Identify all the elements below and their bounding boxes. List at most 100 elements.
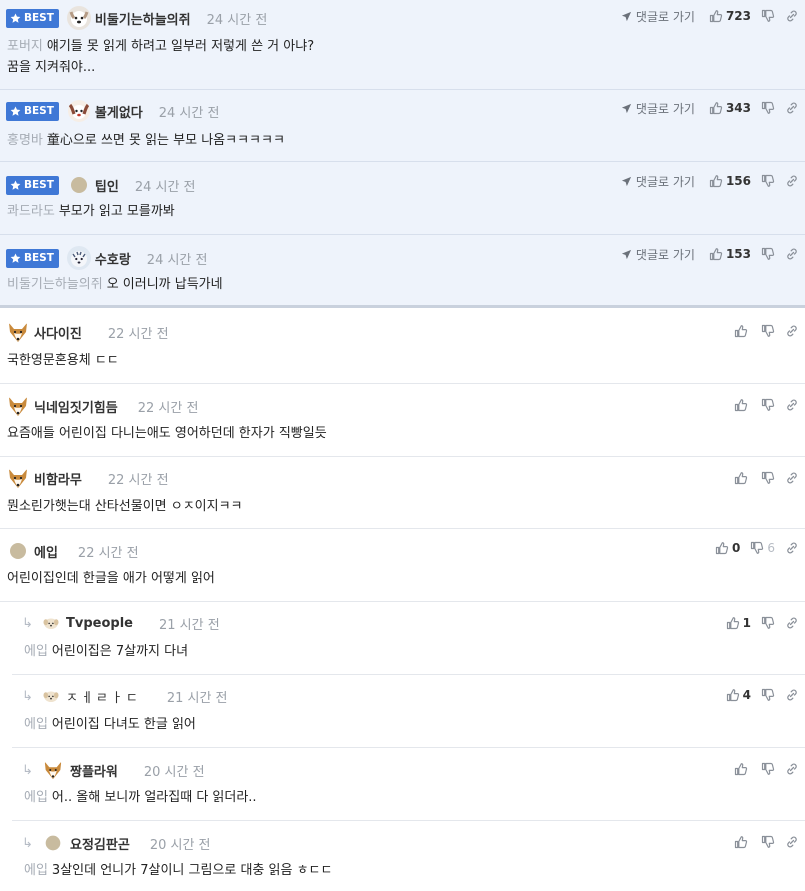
goto-reply-button[interactable]: 댓글로 가기 — [621, 8, 695, 25]
nickname[interactable]: 에입 — [34, 542, 58, 561]
like-button[interactable] — [734, 762, 751, 776]
nickname[interactable]: 수호랑 — [95, 249, 131, 268]
timestamp: 24 시간 전 — [146, 252, 208, 268]
avatar[interactable] — [6, 320, 30, 344]
nickname[interactable]: 비둘기는하늘의쥐 — [95, 9, 191, 28]
like-button[interactable]: 156 — [709, 174, 751, 188]
dislike-button[interactable] — [761, 247, 775, 261]
mention[interactable]: 비둘기는하늘의쥐 — [7, 277, 103, 292]
like-button[interactable]: 723 — [709, 9, 751, 23]
thumb-up-icon — [709, 9, 723, 23]
avatar[interactable] — [67, 246, 91, 270]
dog-white-icon — [67, 6, 91, 30]
timestamp: 22 시간 전 — [137, 400, 199, 416]
nickname[interactable]: 비함라무 — [34, 469, 82, 488]
link-icon — [785, 174, 799, 188]
like-button[interactable] — [734, 835, 751, 849]
nickname[interactable]: 닉네임짓기힘듬 — [34, 397, 118, 416]
avatar[interactable] — [42, 687, 60, 705]
avatar[interactable] — [67, 6, 91, 30]
dislike-button[interactable]: 6 — [750, 541, 775, 555]
goto-reply-button[interactable]: 댓글로 가기 — [621, 173, 695, 190]
thumb-down-icon — [761, 9, 775, 23]
like-button[interactable]: 0 — [715, 541, 740, 555]
dislike-button[interactable] — [761, 835, 775, 849]
avatar[interactable] — [67, 173, 91, 197]
reply: ↳ 짱플라워 20 시간 전 에입 어.. 올해 보니까 얼라집때 다 읽더라.. — [12, 748, 805, 821]
dislike-button[interactable] — [761, 471, 775, 485]
like-button[interactable]: 343 — [709, 101, 751, 115]
link-icon — [785, 471, 799, 485]
share-link-button[interactable] — [785, 247, 799, 261]
link-icon — [785, 9, 799, 23]
link-icon — [785, 688, 799, 702]
thumb-up-icon — [709, 174, 723, 188]
thumb-down-icon — [761, 471, 775, 485]
like-button[interactable] — [734, 324, 751, 338]
share-link-button[interactable] — [785, 101, 799, 115]
nickname[interactable]: ㅈㅔㄹㅏㄷ — [66, 687, 141, 706]
comment: 에입 22 시간 전 0 6 어린이집인데 한글을 애가 어떻게 읽어 — [0, 529, 805, 602]
mention[interactable]: 에입 — [24, 717, 48, 732]
goto-reply-button[interactable]: 댓글로 가기 — [621, 246, 695, 263]
thumb-up-icon — [734, 324, 748, 338]
dislike-button[interactable] — [761, 9, 775, 23]
nickname[interactable]: 요정김판곤 — [70, 834, 130, 853]
mention[interactable]: 홍명바 — [7, 133, 43, 148]
timestamp: 22 시간 전 — [77, 545, 139, 561]
share-link-button[interactable] — [785, 174, 799, 188]
nickname[interactable]: Tvpeople — [66, 616, 133, 631]
nickname[interactable]: 팁인 — [95, 176, 119, 195]
avatar[interactable] — [42, 832, 64, 854]
best-comment: BEST 팁인 24 시간 전 댓글로 가기 156 콰드라도 부모가 읽고 모를… — [0, 162, 805, 235]
avatar[interactable] — [6, 394, 30, 418]
avatar[interactable] — [42, 614, 60, 632]
mention[interactable]: 에입 — [24, 644, 48, 659]
share-link-button[interactable] — [785, 324, 799, 338]
share-link-button[interactable] — [785, 471, 799, 485]
mention[interactable]: 포버지 — [7, 39, 43, 54]
comment-body: 홍명바 童心으로 쓰면 못 읽는 부모 나옴ㅋㅋㅋㅋㅋ — [7, 133, 285, 148]
like-button[interactable]: 1 — [726, 616, 751, 630]
nickname[interactable]: 볼게없다 — [95, 102, 143, 121]
dog-red-icon — [67, 99, 91, 123]
reply-arrow-icon: ↳ — [22, 762, 33, 778]
share-link-button[interactable] — [785, 398, 799, 412]
thumb-up-icon — [709, 247, 723, 261]
avatar[interactable] — [6, 466, 30, 490]
mention[interactable]: 에입 — [24, 790, 48, 805]
dislike-button[interactable] — [761, 174, 775, 188]
mention[interactable]: 에입 — [24, 863, 48, 878]
nickname[interactable]: 짱플라워 — [70, 761, 118, 780]
share-link-button[interactable] — [785, 9, 799, 23]
share-link-button[interactable] — [785, 835, 799, 849]
best-comment: BEST 비둘기는하늘의쥐 24 시간 전 댓글로 가기 723 포버지 얘기들 … — [0, 0, 805, 90]
share-link-button[interactable] — [785, 541, 799, 555]
goto-reply-button[interactable]: 댓글로 가기 — [621, 100, 695, 117]
like-button[interactable] — [734, 398, 751, 412]
link-icon — [785, 762, 799, 776]
share-link-button[interactable] — [785, 762, 799, 776]
dislike-button[interactable] — [761, 762, 775, 776]
share-link-button[interactable] — [785, 616, 799, 630]
avatar[interactable] — [42, 759, 64, 781]
mention[interactable]: 콰드라도 — [7, 204, 55, 219]
star-icon — [10, 106, 21, 117]
dislike-button[interactable] — [761, 398, 775, 412]
dislike-button[interactable] — [761, 688, 775, 702]
thumb-down-icon — [761, 616, 775, 630]
dislike-button[interactable] — [761, 616, 775, 630]
like-button[interactable]: 4 — [726, 688, 751, 702]
dislike-button[interactable] — [761, 324, 775, 338]
nickname[interactable]: 사다이진 — [34, 323, 82, 342]
avatar[interactable] — [6, 539, 30, 563]
fox-icon — [6, 466, 30, 490]
share-link-button[interactable] — [785, 688, 799, 702]
reply: ↳ 요정김판곤 20 시간 전 에입 3살인데 언니가 7살이니 그림으로 대충 … — [12, 821, 805, 891]
like-button[interactable] — [734, 471, 751, 485]
best-badge: BEST — [6, 248, 59, 268]
dislike-button[interactable] — [761, 101, 775, 115]
avatar[interactable] — [67, 99, 91, 123]
reply-arrow-icon: ↳ — [22, 615, 33, 631]
like-button[interactable]: 153 — [709, 247, 751, 261]
